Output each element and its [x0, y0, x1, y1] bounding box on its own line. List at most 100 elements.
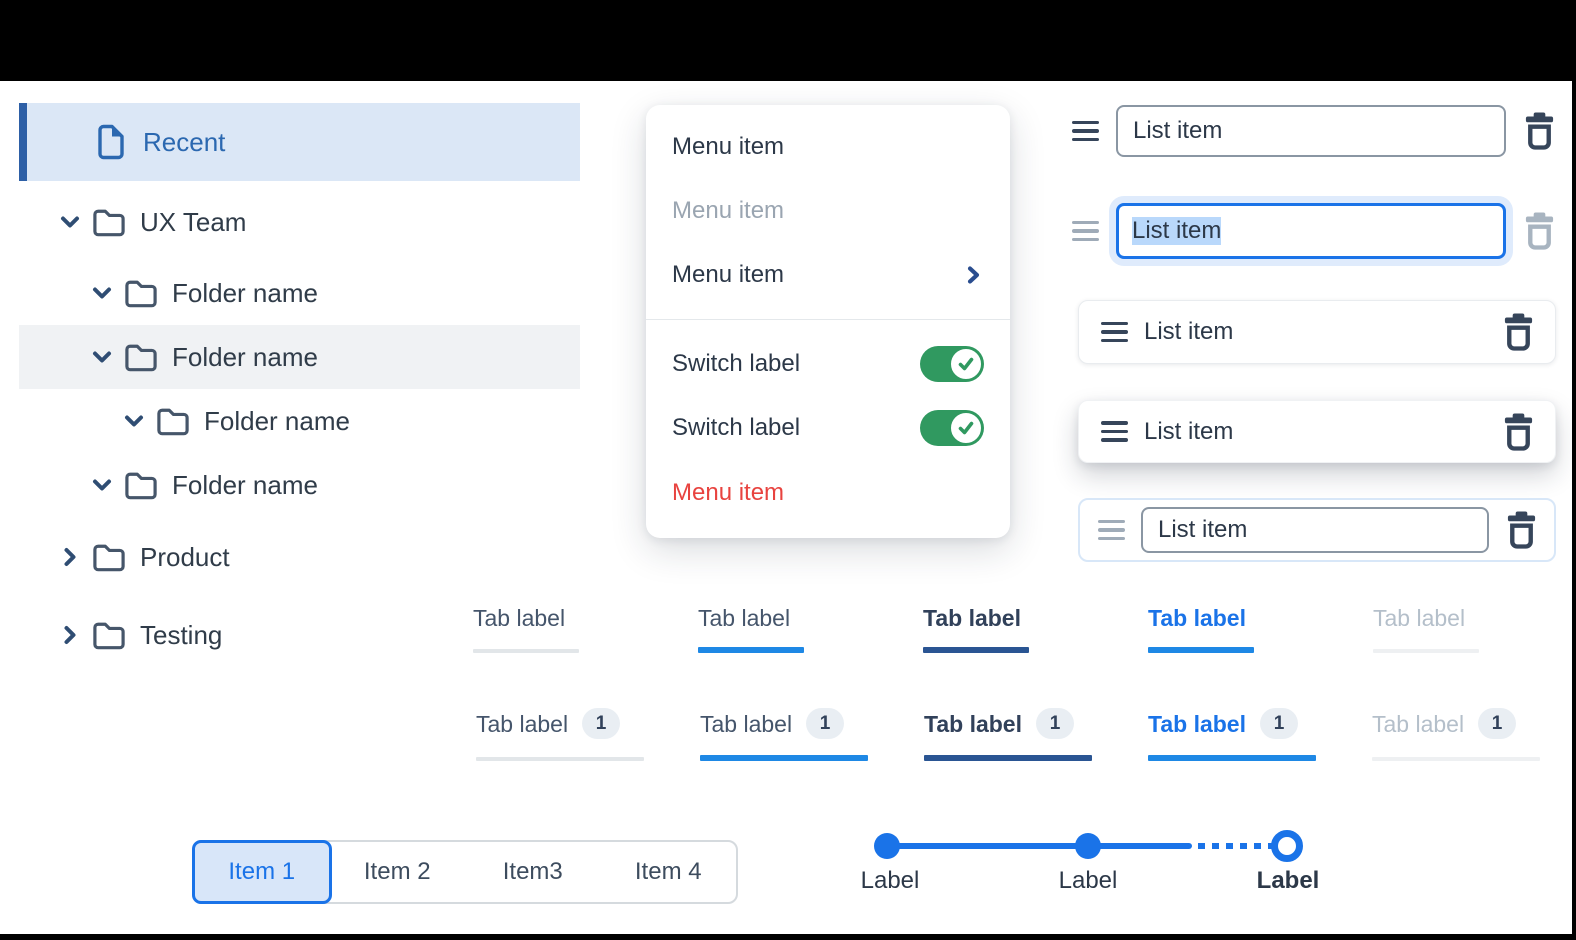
trash-icon[interactable]	[1502, 313, 1535, 351]
list-item-text: List item	[1144, 318, 1486, 346]
tab-label: Tab label	[700, 709, 792, 739]
list-item-row-3[interactable]: List item	[1078, 300, 1556, 364]
drag-handle-icon[interactable]	[1098, 520, 1125, 541]
tree-item-label: Folder name	[172, 470, 318, 501]
chevron-down-icon[interactable]	[122, 409, 146, 433]
segmented-item-1-selected[interactable]: Item 1	[192, 840, 332, 904]
check-icon	[949, 347, 983, 381]
list-item-input[interactable]	[1141, 507, 1489, 553]
tab-active[interactable]: Tab label	[698, 603, 804, 653]
drag-handle-icon[interactable]	[1072, 221, 1099, 242]
folder-icon	[124, 342, 158, 373]
stepper-label-1: Label	[840, 867, 940, 895]
tab-active-primary[interactable]: Tab label	[1148, 603, 1254, 653]
tab-label: Tab label	[476, 709, 568, 739]
tree-item-folder-2[interactable]: Folder name	[19, 325, 580, 389]
tab-active-badged[interactable]: Tab label 1	[700, 708, 868, 761]
tab-active-navy[interactable]: Tab label	[923, 603, 1029, 653]
switch-label: Switch label	[672, 350, 800, 378]
folder-icon	[92, 620, 126, 651]
tabs-row-1: Tab label Tab label Tab label Tab label …	[473, 603, 1479, 653]
chevron-right-icon[interactable]	[58, 545, 82, 569]
canvas: Recent UX Team Folder name Folder name	[0, 81, 1572, 934]
tab-underline	[1372, 757, 1540, 761]
menu-item-3-submenu[interactable]: Menu item	[646, 243, 1010, 307]
tab-underline	[1148, 755, 1316, 761]
trash-icon[interactable]	[1505, 511, 1538, 549]
segmented-control: Item 1 Item 2 Item3 Item 4	[192, 840, 738, 904]
tab-underline	[476, 757, 644, 761]
tree-item-folder-4[interactable]: Folder name	[19, 453, 580, 517]
folder-icon	[92, 207, 126, 238]
tab-active-navy-badged[interactable]: Tab label 1	[924, 708, 1092, 761]
menu-item-label: Menu item	[672, 197, 784, 225]
switch-label: Switch label	[672, 414, 800, 442]
tab-inactive-badged[interactable]: Tab label 1	[476, 708, 644, 761]
list-item-text: List item	[1144, 418, 1486, 446]
tree-item-folder-3[interactable]: Folder name	[19, 389, 580, 453]
segmented-item-2[interactable]: Item 2	[330, 842, 466, 902]
drag-handle-icon[interactable]	[1101, 322, 1128, 343]
selected-text: List item	[1132, 217, 1221, 245]
tree-item-label: Folder name	[172, 342, 318, 373]
tab-label: Tab label	[1373, 603, 1479, 633]
drag-handle-icon[interactable]	[1101, 421, 1128, 442]
tab-disabled: Tab label	[1373, 603, 1479, 653]
tree-item-label: Recent	[143, 127, 225, 158]
stepper-label-2: Label	[1038, 867, 1138, 895]
folder-icon	[124, 278, 158, 309]
tab-label: Tab label	[473, 603, 579, 633]
switch-toggle-on[interactable]	[920, 410, 984, 446]
menu-item-2-disabled: Menu item	[646, 179, 1010, 243]
chevron-down-icon[interactable]	[90, 473, 114, 497]
tab-badge: 1	[582, 708, 620, 739]
list-item-input[interactable]	[1116, 105, 1506, 157]
chevron-down-icon[interactable]	[90, 281, 114, 305]
list-item-row-5[interactable]	[1078, 498, 1556, 562]
tab-label: Tab label	[1148, 603, 1254, 633]
segmented-item-3[interactable]: Item3	[465, 842, 601, 902]
menu-item-danger[interactable]: Menu item	[646, 460, 1010, 526]
trash-icon[interactable]	[1523, 112, 1556, 150]
stepper-dot-3-open[interactable]	[1271, 830, 1303, 862]
trash-icon[interactable]	[1502, 413, 1535, 451]
stepper-dot-1[interactable]	[874, 833, 900, 859]
tree-item-label: UX Team	[140, 207, 246, 238]
tree-item-label: Product	[140, 542, 230, 573]
tab-disabled-badged: Tab label 1	[1372, 708, 1540, 761]
tab-label: Tab label	[923, 603, 1029, 633]
screenshot-root: { "colors":{"primary_blue":"#1a73e8","un…	[0, 0, 1576, 940]
menu-item-label: Menu item	[672, 133, 784, 161]
chevron-down-icon[interactable]	[90, 345, 114, 369]
menu-divider	[646, 319, 1010, 320]
chevron-right-icon[interactable]	[58, 623, 82, 647]
stepper-track-dotted	[1198, 843, 1272, 849]
tree-item-product[interactable]: Product	[19, 525, 580, 589]
tab-underline	[698, 647, 804, 653]
tree-item-folder-1[interactable]: Folder name	[19, 261, 580, 325]
segmented-item-label: Item 1	[228, 858, 295, 886]
tree-item-label: Folder name	[172, 278, 318, 309]
tree-item-label: Testing	[140, 620, 222, 651]
list-item-input-focused[interactable]: List item	[1116, 203, 1506, 259]
tab-active-primary-badged[interactable]: Tab label 1	[1148, 708, 1316, 761]
menu-item-1[interactable]: Menu item	[646, 115, 1010, 179]
menu-item-label: Menu item	[672, 479, 784, 507]
tab-underline	[1148, 647, 1254, 653]
menu-item-label: Menu item	[672, 261, 784, 289]
tree-item-recent[interactable]: Recent	[19, 103, 580, 181]
tab-badge: 1	[1478, 708, 1516, 739]
list-item-row-4-dragging[interactable]: List item	[1078, 400, 1556, 463]
chevron-down-icon[interactable]	[58, 210, 82, 234]
tab-inactive[interactable]: Tab label	[473, 603, 579, 653]
segmented-item-4[interactable]: Item 4	[601, 842, 737, 902]
trash-icon[interactable]	[1523, 212, 1556, 250]
switch-toggle-on[interactable]	[920, 346, 984, 382]
tree-item-label: Folder name	[204, 406, 350, 437]
tab-label: Tab label	[1148, 709, 1246, 739]
tab-label: Tab label	[1372, 709, 1464, 739]
tree-item-ux-team[interactable]: UX Team	[19, 190, 580, 254]
drag-handle-icon[interactable]	[1072, 121, 1099, 142]
segmented-item-label: Item 2	[364, 858, 431, 886]
stepper-dot-2[interactable]	[1075, 833, 1101, 859]
